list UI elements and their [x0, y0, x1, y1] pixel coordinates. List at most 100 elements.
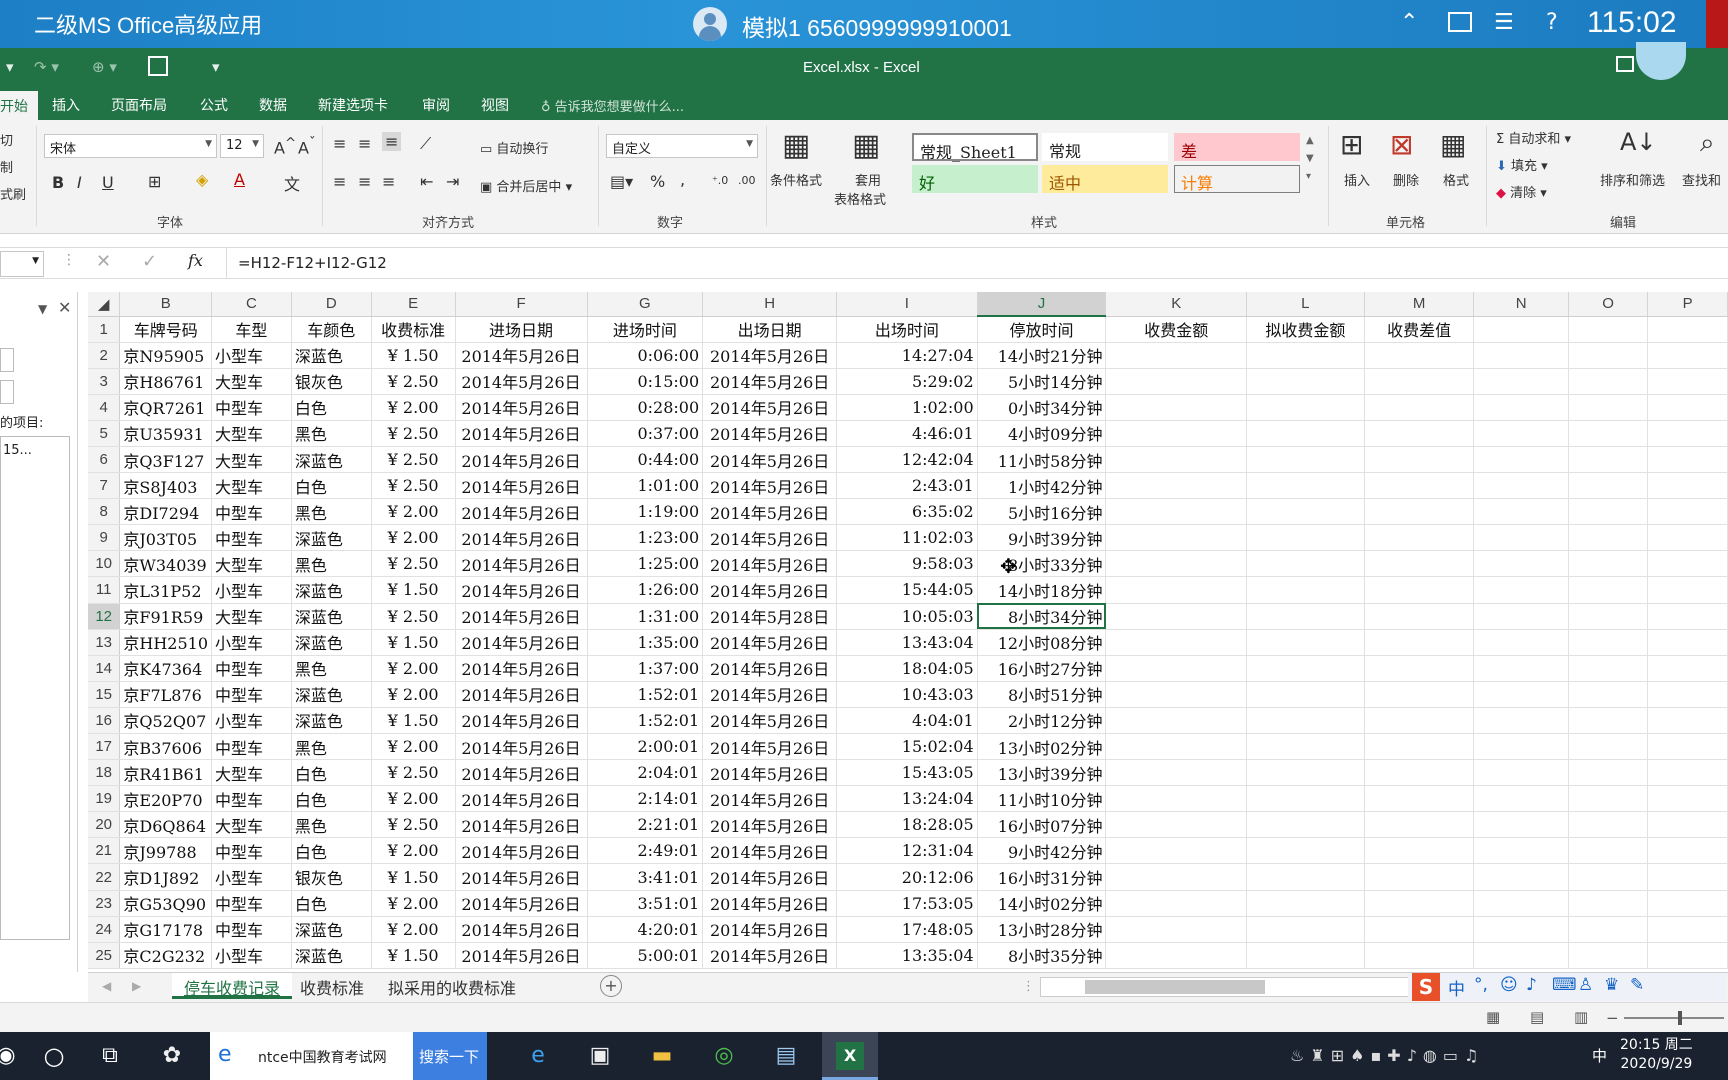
- system-tray-icons[interactable]: ♨♜⊞♠▪✚♪◍▭♫: [1290, 1046, 1484, 1065]
- data-cell[interactable]: 17:53:05: [836, 890, 978, 917]
- data-cell[interactable]: 2014年5月26日: [702, 707, 838, 735]
- data-cell[interactable]: 2014年5月26日: [702, 916, 838, 943]
- data-cell[interactable]: ¥ 1.50: [371, 629, 456, 656]
- checklist-icon[interactable]: ☰: [1494, 10, 1514, 35]
- data-cell[interactable]: 大型车: [211, 759, 292, 787]
- data-cell[interactable]: 13小时02分钟: [977, 733, 1107, 761]
- empty-cell[interactable]: [1364, 498, 1475, 526]
- data-cell[interactable]: 2014年5月26日: [455, 603, 588, 630]
- data-cell[interactable]: 2014年5月26日: [702, 498, 838, 526]
- empty-cell[interactable]: [1568, 759, 1649, 787]
- empty-cell[interactable]: [1364, 890, 1475, 917]
- data-cell[interactable]: 8小时35分钟: [977, 942, 1107, 969]
- empty-cell[interactable]: [1473, 524, 1569, 552]
- table-format-label-1[interactable]: 套用: [855, 170, 881, 189]
- data-cell[interactable]: 13:24:04: [836, 785, 978, 813]
- data-cell[interactable]: 2014年5月26日: [455, 811, 588, 839]
- empty-cell[interactable]: [1364, 576, 1475, 604]
- table-format-icon[interactable]: ▦: [852, 128, 880, 163]
- ime-emoji-icon[interactable]: ☺: [1500, 975, 1518, 995]
- empty-cell[interactable]: [1105, 942, 1247, 969]
- data-cell[interactable]: 5小时14分钟: [977, 368, 1107, 395]
- data-cell[interactable]: ¥ 2.50: [371, 446, 456, 474]
- insert-function-button[interactable]: fx: [188, 251, 203, 270]
- data-cell[interactable]: 4小时09分钟: [977, 420, 1107, 447]
- data-cell[interactable]: 10:05:03: [836, 603, 978, 630]
- empty-cell[interactable]: [1647, 576, 1728, 604]
- data-cell[interactable]: ¥ 2.00: [371, 498, 456, 526]
- align-middle-icon[interactable]: ≡: [358, 134, 371, 153]
- data-cell[interactable]: 2014年5月26日: [702, 942, 838, 969]
- data-cell[interactable]: ¥ 1.50: [371, 863, 456, 891]
- italic-button[interactable]: I: [77, 173, 82, 192]
- tell-me-search[interactable]: ♁ 告诉我您想要做什么...: [541, 96, 684, 115]
- data-cell[interactable]: ¥ 2.50: [371, 420, 456, 447]
- empty-cell[interactable]: [1473, 498, 1569, 526]
- data-cell[interactable]: 1:26:00: [587, 576, 704, 604]
- data-cell[interactable]: 深蓝色: [291, 629, 372, 656]
- column-header[interactable]: E: [371, 292, 456, 317]
- empty-cell[interactable]: [1568, 420, 1649, 447]
- pane-input-1[interactable]: [0, 348, 14, 372]
- row-header[interactable]: 3: [88, 368, 121, 395]
- window-icon[interactable]: [1448, 12, 1472, 32]
- empty-cell[interactable]: [1246, 629, 1365, 656]
- row-header[interactable]: 18: [88, 759, 121, 787]
- empty-cell[interactable]: [1568, 550, 1649, 578]
- data-cell[interactable]: 白色: [291, 785, 372, 813]
- empty-cell[interactable]: [1473, 316, 1569, 343]
- empty-cell[interactable]: [1364, 681, 1475, 708]
- browser-360-icon[interactable]: ◎: [710, 1042, 738, 1070]
- empty-cell[interactable]: [1473, 655, 1569, 682]
- empty-cell[interactable]: [1246, 576, 1365, 604]
- data-cell[interactable]: 13小时28分钟: [977, 916, 1107, 943]
- data-cell[interactable]: 2014年5月26日: [455, 655, 588, 682]
- data-cell[interactable]: ¥ 2.50: [371, 472, 456, 500]
- empty-cell[interactable]: [1647, 811, 1728, 839]
- bold-button[interactable]: B: [52, 173, 64, 192]
- empty-cell[interactable]: [1473, 942, 1569, 969]
- empty-cell[interactable]: [1364, 811, 1475, 839]
- empty-cell[interactable]: [1246, 446, 1365, 474]
- task-view-icon[interactable]: ⧉: [96, 1042, 124, 1070]
- data-cell[interactable]: 小型车: [211, 576, 292, 604]
- data-cell[interactable]: ¥ 2.50: [371, 811, 456, 839]
- row-header[interactable]: 9: [88, 524, 121, 552]
- row-header[interactable]: 15: [88, 681, 121, 708]
- empty-cell[interactable]: [1246, 342, 1365, 369]
- empty-cell[interactable]: [1568, 811, 1649, 839]
- data-cell[interactable]: 12小时08分钟: [977, 629, 1107, 656]
- edge-icon[interactable]: e: [524, 1042, 552, 1070]
- empty-cell[interactable]: [1105, 446, 1247, 474]
- empty-cell[interactable]: [1473, 916, 1569, 943]
- data-cell[interactable]: 京S8J403: [119, 472, 213, 500]
- font-size-combo[interactable]: 12 ▼: [220, 134, 264, 158]
- data-cell[interactable]: 大型车: [211, 603, 292, 630]
- empty-cell[interactable]: [1568, 837, 1649, 865]
- data-cell[interactable]: 2014年5月26日: [455, 368, 588, 395]
- empty-cell[interactable]: [1473, 446, 1569, 474]
- empty-cell[interactable]: [1364, 446, 1475, 474]
- data-cell[interactable]: 11:02:03: [836, 524, 978, 552]
- data-cell[interactable]: 2014年5月26日: [702, 394, 838, 421]
- data-cell[interactable]: 2:00:01: [587, 733, 704, 761]
- data-cell[interactable]: 3:51:01: [587, 890, 704, 917]
- empty-cell[interactable]: [1647, 942, 1728, 969]
- data-cell[interactable]: 15:43:05: [836, 759, 978, 787]
- empty-cell[interactable]: [1473, 576, 1569, 604]
- empty-cell[interactable]: [1105, 576, 1247, 604]
- data-cell[interactable]: 白色: [291, 890, 372, 917]
- header-cell[interactable]: 车型: [211, 316, 292, 343]
- data-cell[interactable]: 京F7L876: [119, 681, 213, 708]
- data-cell[interactable]: 小型车: [211, 629, 292, 656]
- column-header[interactable]: P: [1647, 292, 1728, 317]
- delete-cells-icon[interactable]: ⊠: [1390, 128, 1413, 161]
- row-header[interactable]: 14: [88, 655, 121, 682]
- tab-splitter-icon[interactable]: ⋮: [1022, 979, 1035, 994]
- data-cell[interactable]: 黑色: [291, 420, 372, 447]
- column-header[interactable]: L: [1246, 292, 1365, 317]
- data-cell[interactable]: 1:25:00: [587, 550, 704, 578]
- empty-cell[interactable]: [1105, 733, 1247, 761]
- data-cell[interactable]: 16小时31分钟: [977, 863, 1107, 891]
- delete-cells-button[interactable]: 删除: [1393, 170, 1419, 189]
